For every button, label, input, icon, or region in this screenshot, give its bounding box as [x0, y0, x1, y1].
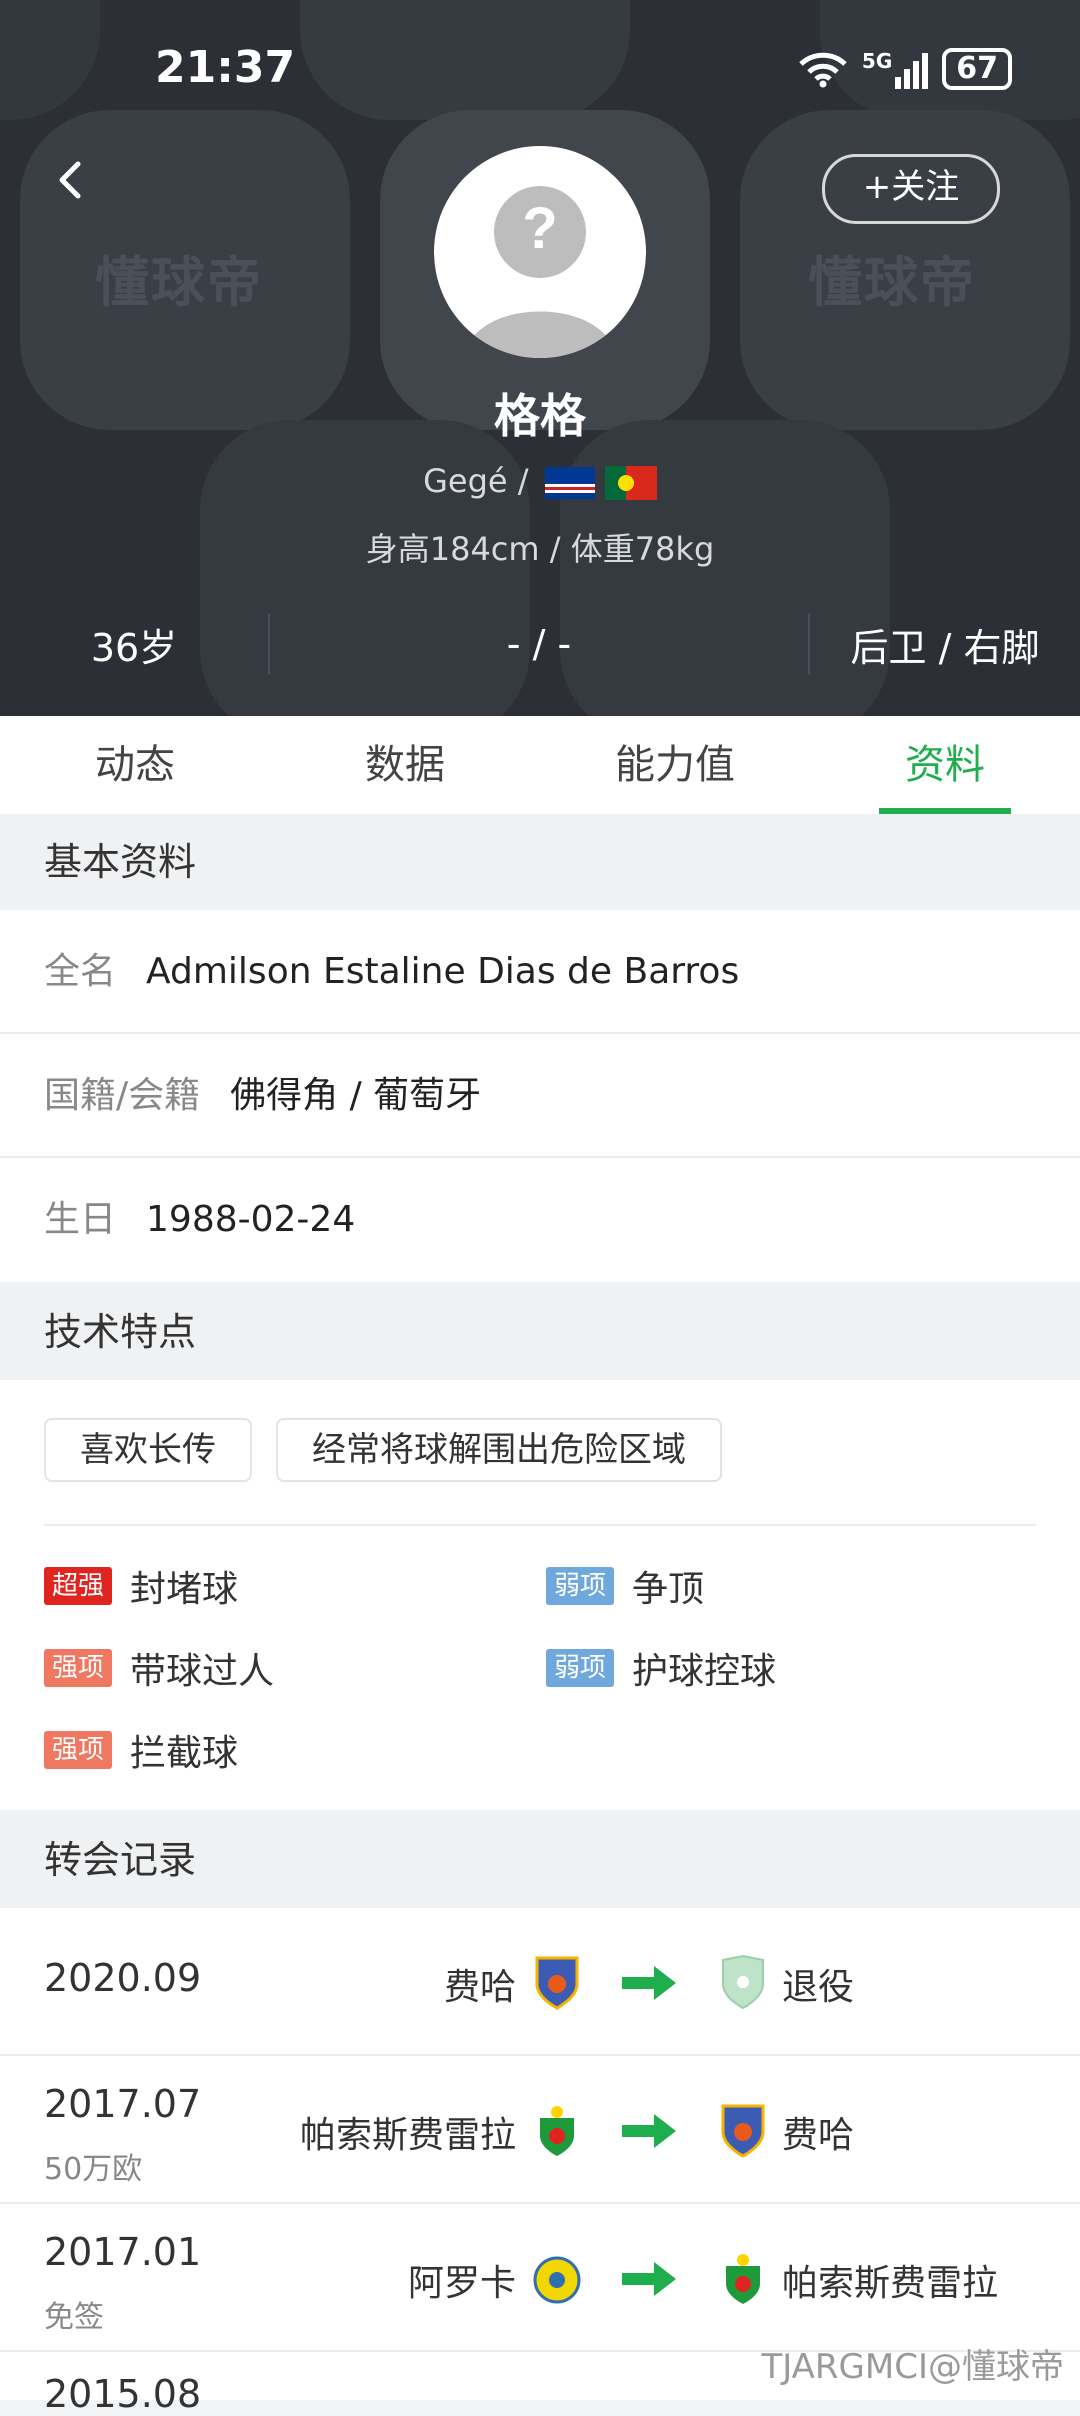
transfer-from: 费哈 — [443, 1967, 516, 2008]
trait-badge: 弱项 — [546, 1567, 615, 1605]
trait-item: 弱项 争顶 — [546, 1560, 704, 1612]
portugal-flag-icon — [604, 466, 657, 500]
full-name-row: 全名 Admilson Estaline Dias de Barros — [0, 910, 1080, 1034]
transfers-title: 转会记录 — [0, 1812, 1080, 1908]
nationality-value: 佛得角 / 葡萄牙 — [230, 1075, 482, 1116]
cape-verde-flag-icon — [544, 467, 595, 499]
style-tag: 经常将球解围出危险区域 — [276, 1418, 722, 1482]
divider — [44, 1524, 1036, 1526]
network-type: 5G — [861, 49, 893, 73]
player-stats-bar: 36岁 - / - 后卫 / 右脚 — [0, 604, 1080, 684]
svg-text:?: ? — [522, 196, 557, 261]
tech-block: 喜欢长传 经常将球解围出危险区域 超强 封堵球 弱项 争顶 强项 带球过人 弱项 护球控… — [0, 1380, 1080, 1810]
trait-badge: 弱项 — [546, 1649, 615, 1687]
tab-ability[interactable]: 能力值 — [540, 716, 810, 814]
trait-item: 弱项 护球控球 — [546, 1642, 776, 1694]
trait-badge: 强项 — [44, 1649, 113, 1687]
club-crest-icon — [726, 2254, 760, 2304]
nationality-row: 国籍/会籍 佛得角 / 葡萄牙 — [0, 1034, 1080, 1158]
player-header: 懂球帝 懂球帝 21:37 5G 67 +关注 ? 格格 Gegé / 身高18… — [0, 0, 1080, 716]
status-icons: 5G 67 — [798, 48, 1012, 90]
club-crest-icon — [533, 2256, 581, 2304]
header-watermark-left: 懂球帝 — [95, 251, 263, 314]
transfer-date: 2017.01 — [44, 2230, 202, 2274]
full-name-value: Admilson Estaline Dias de Barros — [146, 951, 740, 992]
trait-item: 强项 拦截球 — [44, 1724, 238, 1776]
transfer-date: 2020.09 — [44, 1956, 202, 2000]
transfer-date: 2015.08 — [44, 2372, 202, 2416]
transfer-date: 2017.07 — [44, 2082, 202, 2126]
english-name: Gegé / — [423, 462, 529, 500]
footer-watermark: TJARGMCI@懂球帝 — [761, 2347, 1064, 2387]
tab-bar: 动态 数据 能力值 资料 — [0, 716, 1080, 815]
tab-profile[interactable]: 资料 — [810, 716, 1080, 814]
birthday-value: 1988-02-24 — [146, 1199, 356, 1240]
birthday-row: 生日 1988-02-24 — [0, 1158, 1080, 1282]
trait-label: 拦截球 — [130, 1733, 239, 1774]
tab-news[interactable]: 动态 — [0, 716, 270, 814]
nationality-label: 国籍/会籍 — [44, 1075, 201, 1116]
transfer-fee: 50万欧 — [44, 2152, 143, 2187]
status-time: 21:37 — [155, 42, 296, 93]
avatar: ? — [434, 146, 646, 358]
trait-label: 争顶 — [632, 1569, 705, 1610]
transfer-from: 阿罗卡 — [407, 2263, 516, 2304]
trait-badge: 强项 — [44, 1731, 113, 1769]
wifi-icon — [799, 52, 847, 88]
trait-label: 护球控球 — [632, 1651, 777, 1692]
position-foot: 后卫 / 右脚 — [850, 625, 1040, 670]
back-arrow-icon[interactable] — [50, 160, 90, 200]
signal-icon: 5G — [861, 49, 929, 89]
header-watermark-right: 懂球帝 — [808, 251, 976, 314]
trait-label: 封堵球 — [130, 1569, 239, 1610]
tab-data[interactable]: 数据 — [270, 716, 540, 814]
transfer-to: 退役 — [782, 1967, 855, 2008]
trait-item: 超强 封堵球 — [44, 1560, 238, 1612]
transfer-row[interactable]: 2017.07 50万欧 帕索斯费雷拉 费哈 — [0, 2056, 1080, 2204]
club-crest-icon — [721, 2104, 765, 2158]
transfer-from: 帕索斯费雷拉 — [299, 2115, 516, 2156]
tech-title: 技术特点 — [0, 1284, 1080, 1380]
default-avatar-icon: ? — [464, 186, 616, 358]
transfer-arrow-icon — [622, 1966, 676, 2000]
transfer-fee: 免签 — [44, 2300, 104, 2335]
bg-hexagon — [0, 0, 100, 120]
transfer-row[interactable]: 2020.09 费哈 退役 — [0, 1908, 1080, 2056]
battery-icon: 67 — [942, 48, 1012, 90]
trait-item: 强项 带球过人 — [44, 1642, 274, 1694]
player-sub-name: Gegé / — [0, 462, 1080, 500]
stat-middle: - / - — [506, 622, 572, 666]
retired-shield-icon — [722, 1954, 764, 2010]
transfer-arrow-icon — [622, 2262, 676, 2296]
full-name-label: 全名 — [44, 951, 117, 992]
trait-badge: 超强 — [44, 1567, 113, 1605]
club-crest-icon — [540, 2106, 574, 2156]
trait-label: 带球过人 — [130, 1651, 275, 1692]
bg-hexagon — [300, 0, 630, 120]
follow-button[interactable]: +关注 — [822, 154, 1000, 224]
transfer-to: 帕索斯费雷拉 — [782, 2263, 999, 2304]
transfer-arrow-icon — [622, 2114, 676, 2148]
style-tag: 喜欢长传 — [44, 1418, 252, 1482]
basic-info-title: 基本资料 — [0, 814, 1080, 910]
birthday-label: 生日 — [44, 1199, 117, 1240]
height-weight: 身高184cm / 体重78kg — [365, 530, 715, 568]
transfer-to: 费哈 — [782, 2115, 855, 2156]
player-name: 格格 — [494, 389, 586, 443]
club-crest-icon — [535, 1956, 579, 2010]
age: 36岁 — [90, 625, 178, 670]
transfer-row[interactable]: 2017.01 免签 阿罗卡 帕索斯费雷拉 — [0, 2204, 1080, 2352]
